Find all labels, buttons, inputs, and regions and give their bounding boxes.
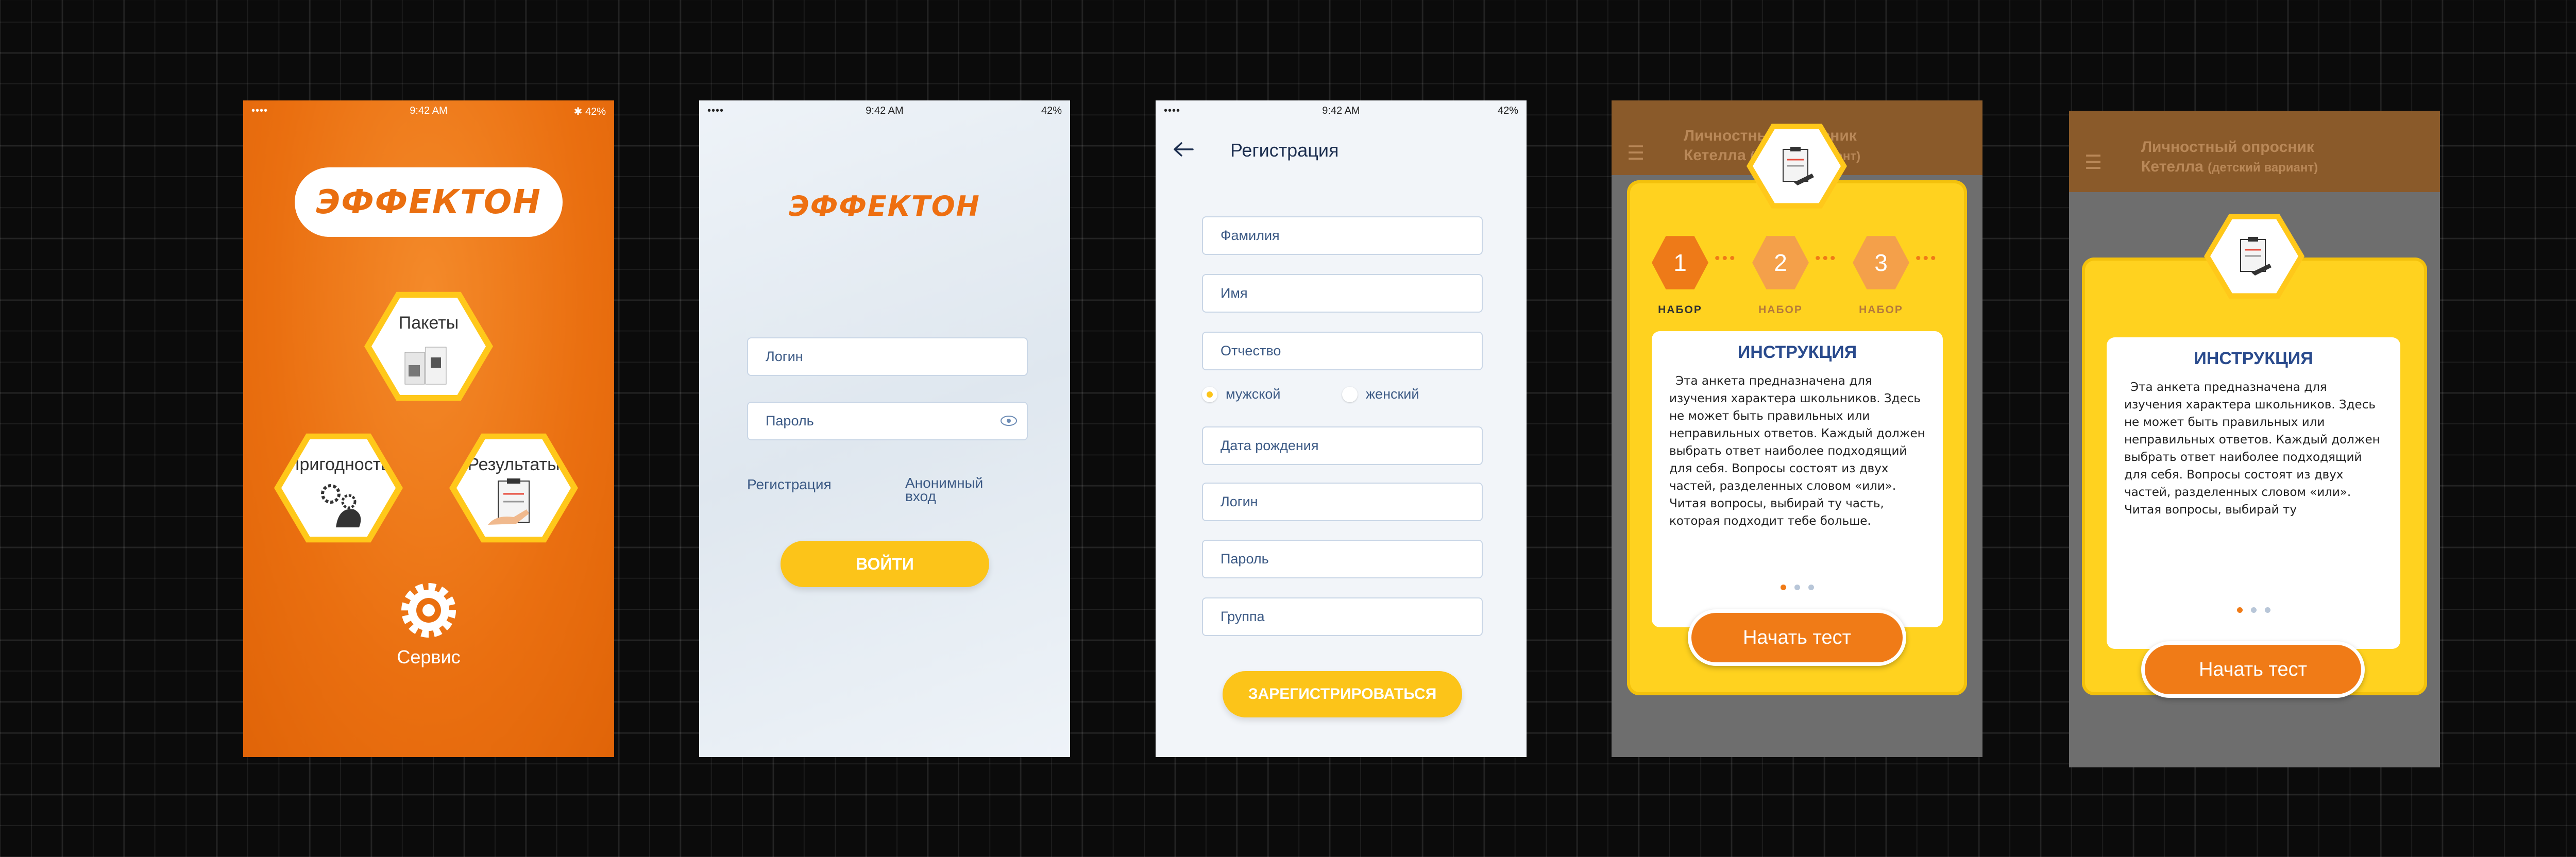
start-test-button[interactable]: Начать тест: [1688, 609, 1906, 666]
anonymous-login-link[interactable]: Анонимный вход: [905, 476, 1008, 504]
pagination-dots: [1652, 584, 1943, 593]
instruction-card: ИНСТРУКЦИЯ Эта анкета предназначена для …: [2107, 337, 2400, 649]
page-dot[interactable]: [2250, 607, 2257, 613]
firstname-field[interactable]: Имя: [1202, 274, 1483, 313]
logo-text: ЭФФЕКТОН: [789, 190, 980, 222]
radio-checked-icon: [1202, 386, 1217, 402]
instruction-card: ИНСТРУКЦИЯ Эта анкета предназначена для …: [1652, 331, 1943, 627]
back-arrow-icon[interactable]: [1172, 142, 1195, 157]
menu-suitability-button[interactable]: Пригодность: [274, 433, 403, 543]
service-label[interactable]: Сервис: [243, 646, 614, 668]
app-logo: ЭФФЕКТОН: [295, 167, 563, 237]
eye-icon[interactable]: [1000, 415, 1018, 426]
page-dot[interactable]: [2236, 607, 2243, 613]
clipboard-pen-icon: [488, 478, 530, 525]
step-1-label: НАБОР: [1658, 304, 1702, 316]
survey-header: ☰ Личностный опросник Кетелла (детский в…: [2069, 111, 2440, 192]
pagination-dots: [2107, 606, 2400, 615]
register-link[interactable]: Регистрация: [747, 476, 832, 493]
login-input[interactable]: Логин: [747, 337, 1028, 376]
logo-text: ЭФФЕКТОН: [316, 183, 541, 221]
menu-results-button[interactable]: Результаты: [449, 433, 578, 543]
instruction-text: Эта анкета предназначена для изучения ха…: [2124, 381, 2380, 517]
menu-packages-label: Пакеты: [398, 313, 459, 333]
survey-steps-screen: ☰ Личностный опросник Кетелла (детский в…: [1612, 100, 1982, 757]
lastname-field[interactable]: Фамилия: [1202, 216, 1483, 255]
status-time: 9:42 AM: [866, 105, 904, 116]
step-connector: •••: [1815, 250, 1838, 267]
status-time: 9:42 AM: [1322, 105, 1360, 116]
app-logo: ЭФФЕКТОН: [779, 178, 990, 234]
battery-indicator: 42%: [1041, 105, 1062, 116]
login-screen: •••• 9:42 AM 42% ЭФФЕКТОН Логин Пароль Р…: [699, 100, 1070, 757]
status-time: 9:42 AM: [410, 105, 448, 116]
gender-male-radio[interactable]: мужской: [1202, 386, 1280, 402]
start-test-button[interactable]: Начать тест: [2141, 641, 2365, 698]
battery-indicator: 42%: [1497, 105, 1518, 116]
card-title: ИНСТРУКЦИЯ: [1737, 342, 1857, 362]
group-field[interactable]: Группа: [1202, 597, 1483, 636]
step-2-label: НАБОР: [1758, 304, 1803, 316]
page-dot[interactable]: [1794, 585, 1800, 590]
password-field[interactable]: Пароль: [1202, 540, 1483, 578]
step-3-label: НАБОР: [1859, 304, 1903, 316]
patronymic-field[interactable]: Отчество: [1202, 332, 1483, 370]
battery-indicator: ✱ 42%: [573, 106, 606, 117]
menu-icon[interactable]: ☰: [2084, 151, 2102, 174]
password-input[interactable]: Пароль: [747, 402, 1028, 440]
status-bar: •••• 9:42 AM ✱ 42%: [243, 100, 614, 121]
registration-screen: •••• 9:42 AM 42% Регистрация Фамилия Имя…: [1156, 100, 1527, 757]
service-gear-icon[interactable]: [400, 582, 457, 639]
menu-suitability-label: Пригодность: [287, 455, 390, 474]
clipboard-icon: [2240, 237, 2272, 276]
step-connector: •••: [1916, 250, 1938, 267]
birthdate-field[interactable]: Дата рождения: [1202, 426, 1483, 465]
register-submit-button[interactable]: ЗАРЕГИСТРИРОВАТЬСЯ: [1223, 671, 1462, 717]
login-submit-button[interactable]: ВОЙТИ: [781, 541, 989, 587]
gender-female-radio[interactable]: женский: [1342, 386, 1419, 402]
instruction-text: Эта анкета предназначена для изучения ха…: [1669, 374, 1925, 528]
status-bar: •••• 9:42 AM 42%: [699, 100, 1070, 121]
clipboard-icon: [1783, 147, 1814, 185]
page-dot[interactable]: [1808, 585, 1814, 590]
page-dot[interactable]: [2264, 607, 2270, 613]
gears-head-icon: [321, 484, 361, 527]
radio-unchecked-icon: [1342, 386, 1358, 402]
step-connector: •••: [1715, 250, 1737, 267]
page-dot[interactable]: [1781, 585, 1786, 590]
survey-instruction-screen: 9:42 AM ☰ Личностный опросник Кетелла (д…: [2069, 111, 2440, 767]
packages-icon: [404, 347, 447, 385]
menu-icon[interactable]: ☰: [1627, 142, 1645, 165]
menu-packages-button[interactable]: Пакеты: [364, 292, 493, 401]
login-field[interactable]: Логин: [1202, 483, 1483, 521]
page-title: Регистрация: [1230, 140, 1339, 161]
survey-title: Личностный опросник Кетелла (детский вар…: [2141, 139, 2318, 175]
card-title: ИНСТРУКЦИЯ: [2194, 349, 2313, 368]
status-bar: •••• 9:42 AM 42%: [1156, 100, 1527, 121]
home-screen: •••• 9:42 AM ✱ 42% ЭФФЕКТОН Пакеты Приго…: [243, 100, 614, 757]
menu-results-label: Результаты: [467, 455, 560, 474]
